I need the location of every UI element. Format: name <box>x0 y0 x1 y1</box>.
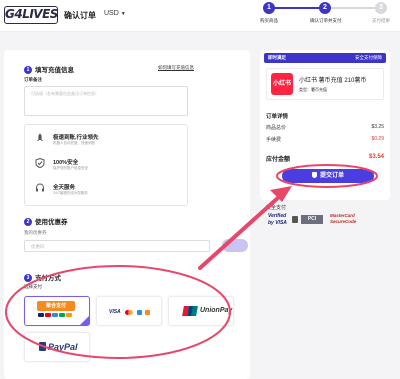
discover-icon <box>145 310 150 315</box>
mastercard-icon <box>128 310 133 315</box>
pay-option-paypal[interactable]: PayPal <box>24 332 90 362</box>
service-features: 极速到账,行业领先 机器人自动充值，快速到账 100%安全 保护您的账户信息安全… <box>24 124 188 206</box>
step-2: 2 确认订单并支付 <box>310 2 342 24</box>
apply-coupon-button[interactable] <box>222 239 248 252</box>
step-1-label: 购买商品 <box>260 18 278 23</box>
payment-sub-label: 选择支付 <box>24 284 42 289</box>
product-card: 小红书 小红书 薯币充值 210薯币 类型：薯币充值 <box>266 68 384 100</box>
recharge-title-text: 填写充值信息 <box>35 67 74 74</box>
product-name: 小红书 薯币充值 210薯币 <box>299 78 367 84</box>
submit-order-button[interactable]: 提交订单 <box>282 169 374 183</box>
coupon-section-title: 2 使用优惠券 <box>24 216 68 227</box>
shield-icon <box>311 172 317 178</box>
feature-title: 全天服务 <box>53 185 76 191</box>
secure-guarantee-label: 安全支付保障 <box>355 55 382 60</box>
step-3: 3 支付结果 <box>366 2 396 24</box>
section-number: 3 <box>24 274 32 283</box>
top-header: G4LIVES 确认订单 USD ▼ 1 购买商品 2 确认订单并支付 3 支付结… <box>0 0 400 32</box>
visa-logo: VISA <box>109 309 121 315</box>
order-summary-panel: 即时满足 安全支付保障 小红书 小红书 薯币充值 210薯币 类型：薯币充值 订… <box>260 50 390 200</box>
currency-selector[interactable]: USD ▼ <box>104 10 126 17</box>
total-label: 应付金额 <box>266 157 291 163</box>
total-value: $3.54 <box>368 154 384 160</box>
feature-title: 极速到账,行业领先 <box>53 135 99 141</box>
section-number: 2 <box>24 218 32 227</box>
payment-title-text: 支付方式 <box>35 275 61 282</box>
order-form-panel: 1 填写充值信息 如何填写充值信息 订单备注 可选填（若有需要在此备注订单信息） … <box>4 50 250 379</box>
pay-option-mixpay[interactable]: 聚合支付 <box>24 296 90 326</box>
subtotal-row: 商品总价 $3.25 <box>266 124 384 131</box>
payment-section-title: 3 支付方式 <box>24 272 61 283</box>
unionpay-flag-icon <box>182 306 198 316</box>
total-row: 应付金额 $3.54 <box>266 154 384 163</box>
paypal-icon <box>39 342 46 351</box>
step-2-number: 2 <box>319 2 331 14</box>
paypal-text: PayPal <box>48 342 78 352</box>
paypal-logo: PayPal <box>39 342 78 352</box>
step-1-number: 1 <box>263 2 275 14</box>
pci-text: PCI <box>301 215 323 224</box>
step-1: 1 购买商品 <box>254 2 284 24</box>
coupon-label: 我的优惠券 <box>24 230 47 235</box>
coupon-title-text: 使用优惠券 <box>35 219 68 226</box>
fee-value: $0.29 <box>371 136 384 142</box>
fee-row: 手续费 $0.29 <box>266 136 384 143</box>
subtotal-value: $3.25 <box>371 124 384 130</box>
feature-title: 100%安全 <box>53 160 79 166</box>
pay-option-visa-mastercard[interactable]: VISA <box>96 296 162 326</box>
product-image: 小红书 <box>271 73 293 95</box>
progress-steps: 1 购买商品 2 确认订单并支付 3 支付结果 <box>254 2 396 30</box>
feature-desc: 保护您的账户信息安全 <box>53 166 88 170</box>
step-2-label: 确认订单并支付 <box>310 18 342 23</box>
fee-label: 手续费 <box>266 137 282 143</box>
step-3-label: 支付结果 <box>372 18 390 23</box>
currency-value: USD <box>104 10 119 17</box>
recharge-guide-link[interactable]: 如何填写充值信息 <box>158 65 194 71</box>
headset-icon <box>36 183 44 192</box>
subtotal-label: 商品总价 <box>266 125 287 131</box>
mixpay-logo: 聚合支付 <box>37 301 75 311</box>
remark-label: 订单备注 <box>24 77 42 82</box>
pay-option-unionpay[interactable]: UnionPay <box>168 296 234 326</box>
product-type: 类型：薯币充值 <box>299 87 327 92</box>
chevron-down-icon: ▼ <box>120 11 126 17</box>
site-logo[interactable]: G4LIVES <box>4 6 58 24</box>
summary-header-bar: 即时满足 安全支付保障 <box>264 53 386 63</box>
card-brands-icon <box>38 313 73 317</box>
page-title: 确认订单 <box>64 11 96 20</box>
pci-badge: PCI <box>292 213 324 227</box>
shield-check-icon <box>35 158 45 168</box>
feature-desc: 机器人自动充值，快速到账 <box>53 141 95 145</box>
lock-icon <box>292 216 298 223</box>
coupon-input[interactable]: 优惠码 <box>24 240 210 252</box>
step-3-number: 3 <box>375 2 387 14</box>
rocket-icon <box>37 133 43 141</box>
instant-label: 即时满足 <box>268 55 286 60</box>
secure-payment-label: 安全支付 <box>266 205 287 211</box>
recharge-section-title: 1 填写充值信息 <box>24 64 74 75</box>
unionpay-text: UnionPay <box>200 307 233 314</box>
verified-by-visa-badge: Verified by VISA <box>268 213 287 226</box>
feature-desc: 24/7客服在线为您服务 <box>53 191 88 195</box>
mastercard-securecode-badge: MasterCard SecureCode <box>330 213 357 224</box>
submit-order-label: 提交订单 <box>319 173 344 179</box>
selected-check-icon <box>80 316 89 325</box>
order-details-title: 订单详情 <box>266 114 289 120</box>
remark-textarea[interactable]: 可选填（若有需要在此备注订单信息） <box>24 86 188 116</box>
section-number: 1 <box>24 66 32 75</box>
amex-icon <box>137 310 142 315</box>
